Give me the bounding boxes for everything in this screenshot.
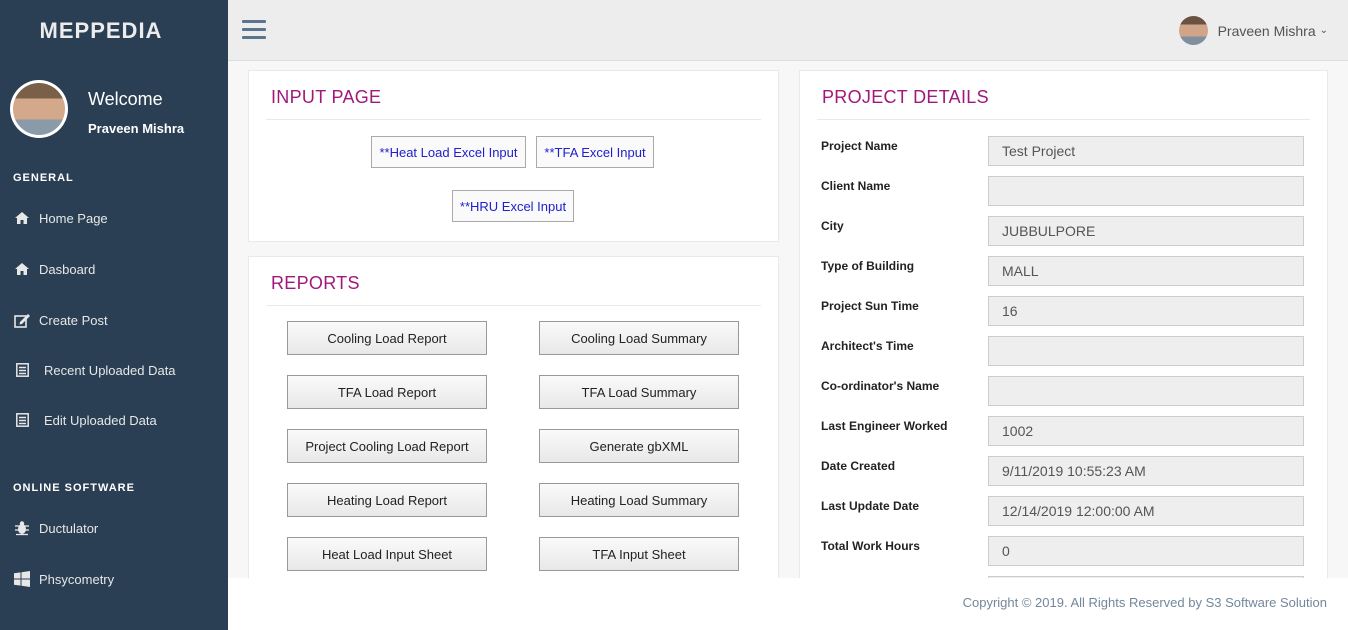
bug-icon xyxy=(13,520,31,536)
divider xyxy=(266,119,761,120)
sidebar-item-label: Dasboard xyxy=(39,261,96,277)
reports-panel: REPORTS Cooling Load Report Cooling Load… xyxy=(248,256,779,587)
sidebar-item-label: Edit Uploaded Data xyxy=(44,412,157,428)
cooling-load-summary-button[interactable]: Cooling Load Summary xyxy=(539,321,739,355)
field-label: City xyxy=(821,219,844,233)
heat-load-excel-input-button[interactable]: **Heat Load Excel Input xyxy=(371,136,526,168)
hru-excel-input-button[interactable]: **HRU Excel Input xyxy=(452,190,574,222)
user-name: Praveen Mishra xyxy=(1217,22,1316,39)
input-page-panel: INPUT PAGE **Heat Load Excel Input **TFA… xyxy=(248,70,779,242)
profile-avatar xyxy=(10,80,68,138)
menu-toggle-icon[interactable] xyxy=(242,20,266,40)
project-sun-time-field[interactable]: 16 xyxy=(988,296,1304,326)
sidebar-item-phsycometry[interactable]: Phsycometry xyxy=(13,568,223,590)
project-name-field[interactable]: Test Project xyxy=(988,136,1304,166)
section-title-online-software: ONLINE SOFTWARE xyxy=(13,482,135,494)
field-client-name: Client Name xyxy=(821,176,1305,206)
panel-title: INPUT PAGE xyxy=(271,87,382,107)
section-title-general: GENERAL xyxy=(13,172,74,184)
welcome-text: Welcome xyxy=(88,89,163,109)
panel-title: REPORTS xyxy=(271,273,360,293)
field-label: Last Engineer Worked xyxy=(821,419,948,433)
client-name-field[interactable] xyxy=(988,176,1304,206)
heat-load-input-sheet-button[interactable]: Heat Load Input Sheet xyxy=(287,537,487,571)
generate-gbxml-button[interactable]: Generate gbXML xyxy=(539,429,739,463)
coordinators-name-field[interactable] xyxy=(988,376,1304,406)
field-last-engineer-worked: Last Engineer Worked 1002 xyxy=(821,416,1305,446)
profile-name: Praveen Mishra xyxy=(88,121,185,136)
field-label: Last Update Date xyxy=(821,499,920,513)
sidebar-item-label: Home Page xyxy=(39,210,108,226)
sidebar-item-home-page[interactable]: Home Page xyxy=(13,207,223,229)
field-date-created: Date Created 9/11/2019 10:55:23 AM xyxy=(821,456,1305,486)
tfa-input-sheet-button[interactable]: TFA Input Sheet xyxy=(539,537,739,571)
copyright-text: Copyright © 2019. All Rights Reserved by… xyxy=(962,595,1327,610)
sidebar-item-label: Create Post xyxy=(39,312,108,328)
home-icon xyxy=(13,262,31,276)
total-work-hours-field[interactable]: 0 xyxy=(988,536,1304,566)
sidebar-item-label: Ductulator xyxy=(39,520,99,536)
sidebar-item-create-post[interactable]: Create Post xyxy=(13,309,223,331)
sidebar-item-dashboard[interactable]: Dasboard xyxy=(13,258,223,280)
sidebar-item-ductulator[interactable]: Ductulator xyxy=(13,517,223,539)
field-city: City JUBBULPORE xyxy=(821,216,1305,246)
date-created-field[interactable]: 9/11/2019 10:55:23 AM xyxy=(988,456,1304,486)
divider xyxy=(266,305,761,306)
footer: Copyright © 2019. All Rights Reserved by… xyxy=(228,578,1348,630)
last-engineer-worked-field[interactable]: 1002 xyxy=(988,416,1304,446)
user-avatar xyxy=(1178,16,1208,45)
windows-icon xyxy=(13,571,31,587)
home-icon xyxy=(13,211,31,225)
field-label: Co-ordinator's Name xyxy=(821,379,940,393)
tfa-excel-input-button[interactable]: **TFA Excel Input xyxy=(536,136,654,168)
cooling-load-report-button[interactable]: Cooling Load Report xyxy=(287,321,487,355)
sidebar: MEPPEDIA Welcome Praveen Mishra GENERAL … xyxy=(0,0,228,630)
panel-title: PROJECT DETAILS xyxy=(822,87,989,107)
edit-icon xyxy=(13,313,31,328)
list-icon xyxy=(13,413,31,427)
chevron-down-icon: ⌄ xyxy=(1319,25,1328,36)
type-of-building-field[interactable]: MALL xyxy=(988,256,1304,286)
last-update-date-field[interactable]: 12/14/2019 12:00:00 AM xyxy=(988,496,1304,526)
field-label: Type of Building xyxy=(821,259,915,273)
field-label: Client Name xyxy=(821,179,891,193)
architects-time-field[interactable] xyxy=(988,336,1304,366)
tfa-load-report-button[interactable]: TFA Load Report xyxy=(287,375,487,409)
field-project-sun-time: Project Sun Time 16 xyxy=(821,296,1305,326)
field-coordinators-name: Co-ordinator's Name xyxy=(821,376,1305,406)
field-architects-time: Architect's Time xyxy=(821,336,1305,366)
sidebar-item-label: Phsycometry xyxy=(39,571,115,587)
project-details-panel: PROJECT DETAILS Project Name Test Projec… xyxy=(799,70,1328,587)
city-field[interactable]: JUBBULPORE xyxy=(988,216,1304,246)
field-type-of-building: Type of Building MALL xyxy=(821,256,1305,286)
tfa-load-summary-button[interactable]: TFA Load Summary xyxy=(539,375,739,409)
divider xyxy=(817,119,1310,120)
sidebar-item-edit-uploaded-data[interactable]: Edit Uploaded Data xyxy=(13,409,223,431)
top-nav-bar: Praveen Mishra ⌄ xyxy=(228,0,1348,61)
field-label: Project Sun Time xyxy=(821,299,919,313)
sidebar-item-recent-uploaded-data[interactable]: Recent Uploaded Data xyxy=(13,359,223,381)
field-label: Date Created xyxy=(821,459,896,473)
brand-logo[interactable]: MEPPEDIA xyxy=(0,18,202,44)
field-label: Architect's Time xyxy=(821,339,914,353)
field-project-name: Project Name Test Project xyxy=(821,136,1305,166)
list-icon xyxy=(13,363,31,377)
heating-load-report-button[interactable]: Heating Load Report xyxy=(287,483,487,517)
user-menu[interactable]: Praveen Mishra ⌄ xyxy=(1178,16,1328,45)
field-total-work-hours: Total Work Hours 0 xyxy=(821,536,1305,566)
sidebar-item-label: Recent Uploaded Data xyxy=(44,362,176,378)
field-label: Project Name xyxy=(821,139,898,153)
project-cooling-load-report-button[interactable]: Project Cooling Load Report xyxy=(287,429,487,463)
field-label: Total Work Hours xyxy=(821,539,920,553)
heating-load-summary-button[interactable]: Heating Load Summary xyxy=(539,483,739,517)
field-last-update-date: Last Update Date 12/14/2019 12:00:00 AM xyxy=(821,496,1305,526)
